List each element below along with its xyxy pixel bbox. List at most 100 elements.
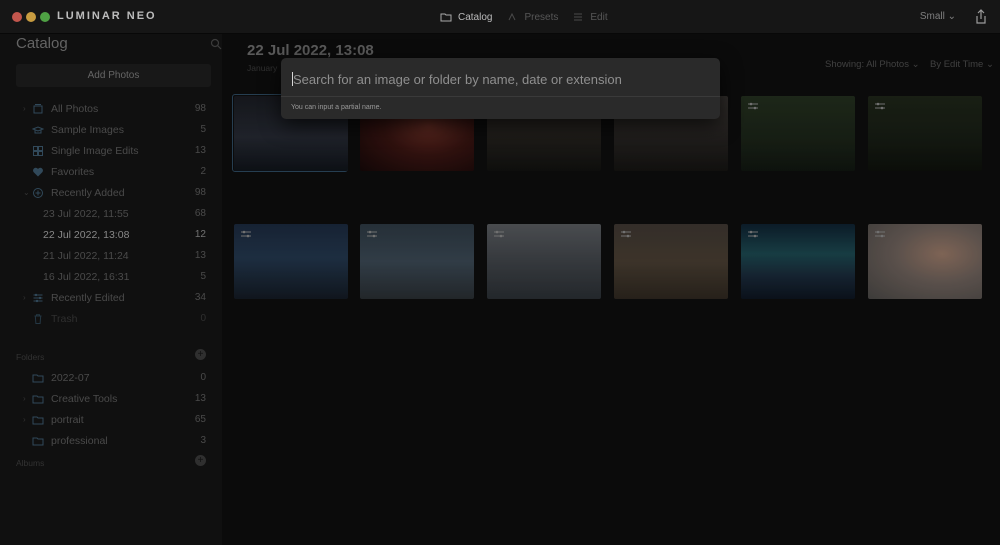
- share-icon[interactable]: [974, 9, 988, 25]
- edited-sliders-icon: [875, 102, 885, 110]
- sidebar-item-count: 13: [194, 250, 206, 261]
- edited-sliders-icon: [748, 102, 758, 110]
- photo-thumbnail[interactable]: [487, 224, 601, 299]
- sidebar-item-single-image-edits[interactable]: Single Image Edits 13: [0, 140, 222, 161]
- sidebar-item-count: 2: [200, 166, 206, 177]
- sidebar-item-label: All Photos: [51, 102, 99, 115]
- trash-icon: [34, 313, 42, 324]
- sidebar-item-import-23-jul[interactable]: 23 Jul 2022, 11:55 68: [0, 203, 222, 224]
- sidebar-item-import-22-jul[interactable]: 22 Jul 2022, 13:08 12: [0, 224, 222, 245]
- folder-icon: [32, 437, 44, 445]
- add-folder-button[interactable]: +: [195, 349, 206, 360]
- sidebar-item-count: 0: [200, 313, 206, 324]
- folder-item-count: 13: [194, 393, 206, 404]
- search-icon[interactable]: [210, 38, 222, 50]
- close-window-button[interactable]: [12, 12, 22, 22]
- sidebar-item-label: 23 Jul 2022, 11:55: [43, 207, 129, 220]
- sidebar-item-import-16-jul[interactable]: 16 Jul 2022, 16:31 5: [0, 266, 222, 287]
- sort-label: By Edit Time: [930, 59, 984, 70]
- photo-thumbnail[interactable]: [741, 96, 855, 171]
- edited-sliders-icon: [621, 230, 631, 238]
- folder-item-professional[interactable]: professional 3: [0, 430, 222, 451]
- showing-filter-label: Showing: All Photos: [825, 59, 909, 70]
- edited-sliders-icon: [875, 230, 885, 238]
- divider: [281, 96, 720, 97]
- add-album-button[interactable]: +: [195, 455, 206, 466]
- folder-icon: [32, 374, 44, 382]
- edited-sliders-icon: [241, 230, 251, 238]
- sort-dropdown[interactable]: By Edit Time ⌄: [930, 59, 994, 70]
- top-navigation: Catalog Presets Edit: [440, 0, 608, 34]
- photo-thumbnail[interactable]: [360, 224, 474, 299]
- sidebar-item-count: 98: [194, 103, 206, 114]
- sidebar-item-recently-added[interactable]: ⌄ Recently Added 98: [0, 182, 222, 203]
- sliders-icon: [574, 13, 583, 21]
- photo-thumbnail[interactable]: [741, 224, 855, 299]
- sidebar-item-trash[interactable]: Trash 0: [0, 308, 222, 329]
- folder-item-label: Creative Tools: [51, 392, 118, 405]
- sidebar-item-label: Trash: [51, 312, 78, 325]
- sidebar-item-label: 16 Jul 2022, 16:31: [43, 270, 130, 283]
- folder-item-2022-07[interactable]: 2022-07 0: [0, 367, 222, 388]
- folder-icon: [32, 416, 44, 424]
- sidebar-item-sample-images[interactable]: Sample Images 5: [0, 119, 222, 140]
- sidebar: Catalog Add Photos › All Photos 98 Sampl…: [0, 34, 222, 545]
- edited-sliders-icon: [494, 230, 504, 238]
- photo-thumbnail[interactable]: [614, 224, 728, 299]
- folder-icon: [32, 395, 44, 403]
- folder-item-count: 3: [200, 435, 206, 446]
- search-popup: You can input a partial name.: [281, 58, 720, 119]
- photo-thumbnail[interactable]: [868, 224, 982, 299]
- sidebar-item-count: 5: [200, 124, 206, 135]
- sidebar-item-label: Single Image Edits: [51, 144, 139, 157]
- tab-edit-label: Edit: [590, 11, 608, 23]
- chevron-down-icon: ⌄: [911, 59, 920, 70]
- folder-item-creative-tools[interactable]: › Creative Tools 13: [0, 388, 222, 409]
- chevron-right-icon[interactable]: ›: [23, 104, 26, 113]
- tab-edit[interactable]: Edit: [572, 11, 608, 23]
- sidebar-item-count: 13: [194, 145, 206, 156]
- plus-circle-icon: [33, 187, 43, 198]
- chevron-right-icon[interactable]: ›: [23, 293, 26, 302]
- page-subtitle: January: [247, 63, 278, 73]
- sliders-icon: [33, 293, 43, 302]
- sidebar-item-label: Favorites: [51, 165, 95, 178]
- page-title: 22 Jul 2022, 13:08: [247, 42, 374, 59]
- tab-presets[interactable]: Presets: [506, 11, 558, 23]
- tab-catalog[interactable]: Catalog: [440, 11, 492, 23]
- folder-item-portrait[interactable]: › portrait 65: [0, 409, 222, 430]
- sidebar-item-import-21-jul[interactable]: 21 Jul 2022, 11:24 13: [0, 245, 222, 266]
- sidebar-item-favorites[interactable]: Favorites 2: [0, 161, 222, 182]
- photo-thumbnail[interactable]: [234, 224, 348, 299]
- sidebar-item-label: Sample Images: [51, 123, 124, 136]
- add-photos-button[interactable]: Add Photos: [16, 64, 211, 87]
- sidebar-item-label: Recently Added: [51, 186, 125, 199]
- showing-filter-dropdown[interactable]: Showing: All Photos ⌄: [825, 59, 920, 70]
- chevron-right-icon[interactable]: ›: [23, 394, 26, 403]
- edited-sliders-icon: [367, 230, 377, 238]
- presets-icon: [509, 12, 516, 21]
- thumbnail-size-select[interactable]: Small ⌄: [920, 11, 956, 22]
- search-input[interactable]: [293, 70, 708, 88]
- chevron-down-icon[interactable]: ⌄: [23, 188, 30, 197]
- graduation-cap-icon: [32, 125, 44, 133]
- sidebar-item-label: 22 Jul 2022, 13:08: [43, 228, 130, 241]
- sidebar-item-count: 98: [194, 187, 206, 198]
- folder-item-label: professional: [51, 434, 108, 447]
- maximize-window-button[interactable]: [40, 12, 50, 22]
- minimize-window-button[interactable]: [26, 12, 36, 22]
- chevron-right-icon[interactable]: ›: [23, 415, 26, 424]
- sidebar-item-count: 68: [194, 208, 206, 219]
- sidebar-item-all-photos[interactable]: › All Photos 98: [0, 98, 222, 119]
- all-photos-icon: [33, 103, 43, 113]
- title-bar: LUMINAR NEO Catalog Presets Edit Small ⌄: [0, 0, 1000, 34]
- photo-thumbnail[interactable]: [868, 96, 982, 171]
- heart-icon: [33, 167, 43, 176]
- sidebar-item-label: Recently Edited: [51, 291, 125, 304]
- folder-icon: [440, 13, 452, 22]
- app-logo: LUMINAR NEO: [57, 10, 157, 22]
- sidebar-item-label: 21 Jul 2022, 11:24: [43, 249, 129, 262]
- chevron-down-icon: ⌄: [947, 11, 956, 22]
- sidebar-item-recently-edited[interactable]: › Recently Edited 34: [0, 287, 222, 308]
- albums-section-title: Albums: [16, 458, 45, 468]
